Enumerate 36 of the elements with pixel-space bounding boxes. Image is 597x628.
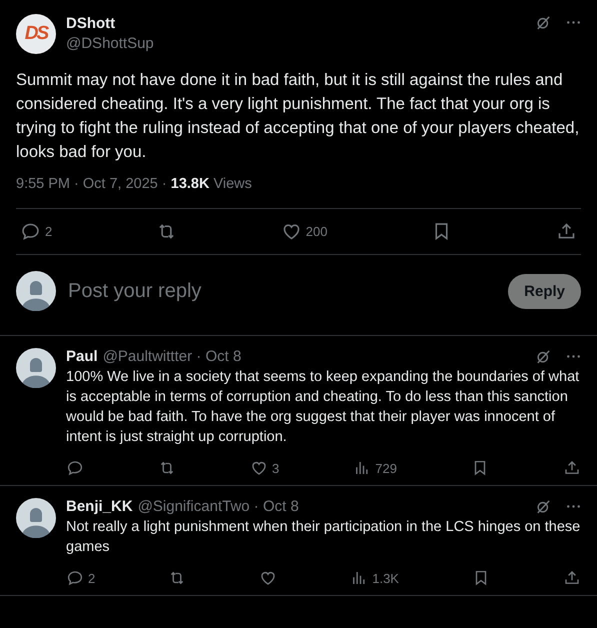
slashed-circle-icon[interactable] xyxy=(535,498,552,515)
reply-icon xyxy=(66,459,84,477)
slashed-circle-icon[interactable] xyxy=(535,348,552,365)
avatar[interactable] xyxy=(16,498,56,538)
reply-action[interactable]: 2 xyxy=(16,219,56,244)
post-text: Summit may not have done it in bad faith, but it is still against the rules and considered cheating. It's a very light punishment. The fact that your org is trying to fight the ruling instead of accepting that one of your players cheated, looks bad for you. xyxy=(16,70,580,163)
heart-icon xyxy=(259,569,278,587)
reply-icon xyxy=(20,221,41,242)
views-action[interactable]: 729 xyxy=(353,457,397,479)
share-icon xyxy=(562,569,581,587)
avatar-logo[interactable]: DS xyxy=(16,14,56,54)
author-handle: @SignificantTwo · Oct 8 xyxy=(138,498,299,515)
like-action[interactable]: 200 xyxy=(276,219,332,244)
more-icon[interactable] xyxy=(566,20,581,25)
views-action[interactable]: 1.3K xyxy=(350,567,399,589)
author-name: DShott xyxy=(66,14,116,34)
more-icon[interactable] xyxy=(566,504,581,509)
reply-button[interactable]: Reply xyxy=(508,274,581,308)
slashed-circle-icon[interactable] xyxy=(535,14,552,31)
author-handle: @Paultwittter · Oct 8 xyxy=(102,348,242,365)
heart-icon xyxy=(250,459,268,477)
reply-text: Not really a light punishment when their participation in the LCS hinges on these games xyxy=(66,518,581,557)
avatar[interactable] xyxy=(16,271,56,311)
author-name: Paul xyxy=(66,348,98,365)
share-icon xyxy=(562,459,581,477)
post-timestamp: 9:55 PM · Oct 7, 2025 · 13.8K Views xyxy=(16,176,581,209)
author-name: Benji_KK xyxy=(66,498,133,515)
reply-icon xyxy=(66,569,84,587)
avatar[interactable] xyxy=(16,348,56,388)
more-icon[interactable] xyxy=(566,354,581,359)
reply-action[interactable]: 2 xyxy=(66,567,96,589)
like-action[interactable]: 3 xyxy=(250,457,280,479)
author-handle: @DShottSup xyxy=(66,34,155,54)
repost-icon xyxy=(158,459,176,477)
reply-text: 100% We live in a society that seems to keep expanding the boundaries of what is acceptable in terms of corruption and cheating. To do less than this sanction would be bad faith. To have the org suggest that their player was innocent of intent is just straight up corruption. xyxy=(66,368,580,447)
reply-input-field[interactable]: Post your reply xyxy=(66,278,498,304)
